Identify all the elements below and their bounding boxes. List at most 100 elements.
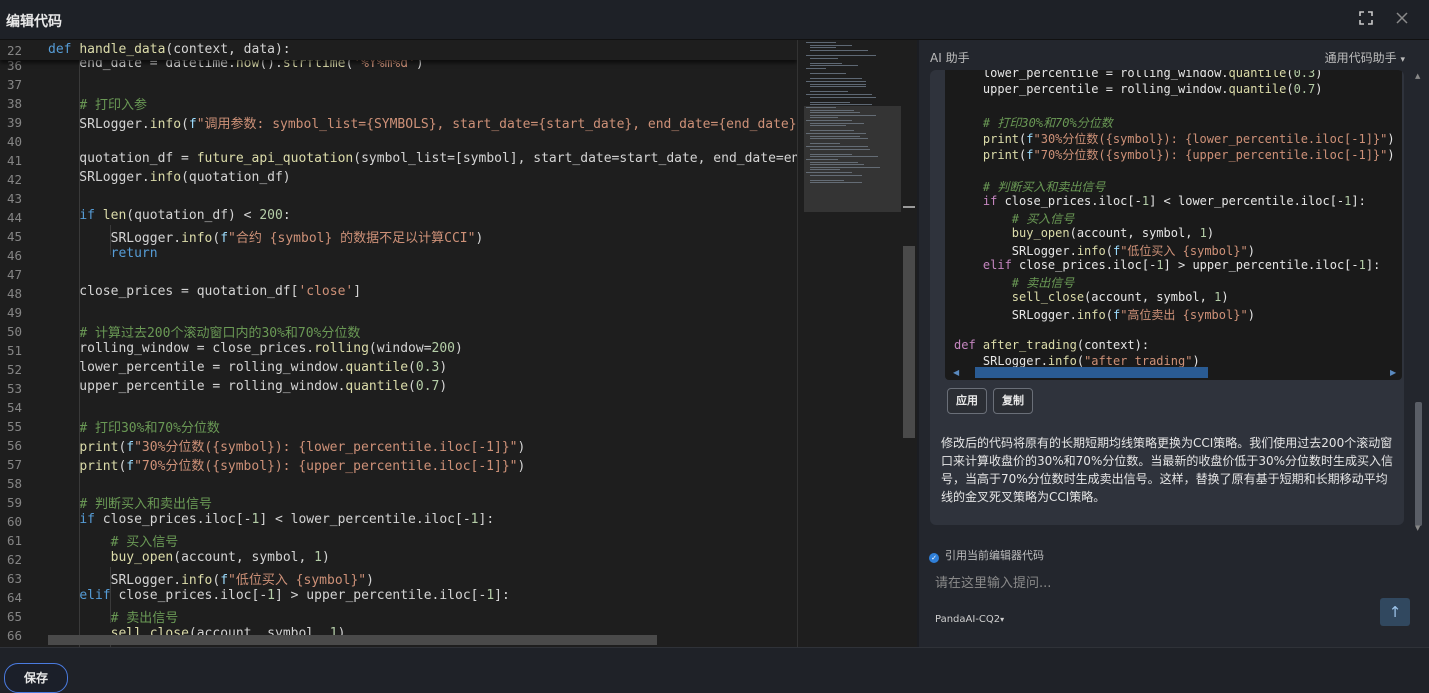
suggested-code-line: elif close_prices.iloc[-1] > upper_perce… [982,258,1381,272]
minimap-line [810,57,838,59]
code-line[interactable]: if len(quotation_df) < 200: [48,208,290,223]
ai-assistant-panel: AI 助手 通用代码助手 ▾ lower_percentile = rollin… [919,40,1429,647]
line-number: 40 [6,134,22,149]
close-icon[interactable] [1392,10,1412,30]
code-line[interactable]: # 买入信号 [48,531,179,550]
prompt-input[interactable] [935,573,1335,593]
scroll-up-icon[interactable]: ▲ [1415,72,1420,80]
vertical-scrollbar[interactable] [903,246,915,438]
red-arrow-annotation [950,524,1402,525]
code-line[interactable]: lower_percentile = rolling_window.quanti… [48,360,447,375]
suggested-code-line: print(f"30%分位数({symbol}): {lower_percent… [982,132,1395,146]
code-line: def handle_data(context, data): [48,42,291,57]
code-line[interactable]: elif close_prices.iloc[-1] > upper_perce… [48,588,510,603]
chevron-down-icon: ▾ [1000,615,1005,624]
code-line[interactable]: rolling_window = close_prices.rolling(wi… [48,341,463,356]
suggested-code-line: # 买入信号 [1011,212,1075,226]
arrow-up-icon: ↑ [1388,603,1402,621]
line-number: 47 [6,267,22,282]
model-select[interactable]: PandaAI-CQ2▾ [935,614,1004,625]
suggested-code-line: def after_trading(context): [954,338,1150,352]
line-number: 65 [6,609,22,624]
minimap-line [810,62,842,64]
line-number: 54 [6,400,22,415]
minimap-line [810,73,846,75]
scroll-down-icon[interactable]: ▼ [1415,524,1420,532]
dialog-footer: 保存 [0,647,1429,693]
line-number: 56 [6,438,22,453]
reference-editor-toggle[interactable]: ✓ 引用当前编辑器代码 [929,547,1044,563]
minimap-line [806,68,826,69]
assistant-mode-select[interactable]: 通用代码助手 ▾ [1325,49,1405,66]
indent-guide [110,225,111,255]
line-number: 62 [6,552,22,567]
assistant-message: lower_percentile = rolling_window.quanti… [930,70,1404,525]
scroll-left-icon[interactable]: ◀ [953,368,959,377]
minimap-line [810,47,836,49]
expand-icon[interactable] [1356,10,1376,30]
assistant-mode-label: 通用代码助手 [1324,51,1397,65]
line-number: 52 [6,362,22,377]
ai-panel-title: AI 助手 [930,51,970,65]
code-line[interactable]: SRLogger.info(f"低位买入 {symbol}") [48,569,374,588]
code-line[interactable]: SRLogger.info(f"合约 {symbol} 的数据不足以计算CCI"… [48,227,484,246]
reference-label: 引用当前编辑器代码 [945,549,1044,562]
code-line[interactable]: SRLogger.info(quotation_df) [48,170,290,185]
line-number: 55 [6,419,22,434]
code-line[interactable]: close_prices = quotation_df['close'] [48,284,361,299]
code-line[interactable]: print(f"70%分位数({symbol}): {upper_percent… [48,455,525,474]
line-number: 44 [6,210,22,225]
code-line[interactable]: buy_open(account, symbol, 1) [48,550,330,565]
suggested-code-line: print(f"70%分位数({symbol}): {upper_percent… [982,148,1395,162]
apply-button[interactable]: 应用 [947,388,987,414]
code-block-scrollbar[interactable] [975,367,1208,378]
suggested-code-line: # 判断买入和卖出信号 [982,180,1106,194]
suggested-code-line: SRLogger.info(f"低位买入 {symbol}") [954,244,1255,258]
chat-scrollbar[interactable] [1415,402,1422,526]
code-line[interactable]: quotation_df = future_api_quotation(symb… [48,151,797,166]
assistant-answer-text: 修改后的代码将原有的长期短期均线策略更换为CCI策略。我们使用过去200个滚动窗… [941,436,1394,504]
line-number: 50 [6,324,22,339]
code-line[interactable]: if close_prices.iloc[-1] < lower_percent… [48,512,494,527]
line-number: 57 [6,457,22,472]
send-button[interactable]: ↑ [1380,598,1410,626]
suggested-code-line: lower_percentile = rolling_window.quanti… [954,70,1323,80]
dialog-title: 编辑代码 [6,14,62,30]
suggested-code-line: upper_percentile = rolling_window.quanti… [954,82,1323,96]
line-number: 66 [6,628,22,643]
horizontal-scrollbar[interactable] [48,635,657,645]
minimap-line [810,91,848,93]
suggested-code-line: if close_prices.iloc[-1] < lower_percent… [982,194,1366,208]
copy-button[interactable]: 复制 [993,388,1033,414]
code-line[interactable]: print(f"30%分位数({symbol}): {lower_percent… [48,436,525,455]
code-editor[interactable]: 22 def handle_data(context, data): 36 en… [0,40,797,647]
scroll-right-icon[interactable]: ▶ [1390,368,1396,377]
line-number: 43 [6,191,22,206]
suggested-code-line: buy_open(account, symbol, 1) [1011,226,1215,240]
code-line[interactable]: # 打印30%和70%分位数 [48,417,220,436]
line-number: 53 [6,381,22,396]
ai-panel-header: AI 助手 通用代码助手 ▾ [919,40,1429,70]
minimap-line [810,44,852,46]
line-number: 64 [6,590,22,605]
minimap-line [810,101,850,103]
code-line[interactable]: # 计算过去200个滚动窗口内的30%和70%分位数 [48,322,360,341]
code-line[interactable]: # 打印入参 [48,94,147,113]
code-line[interactable]: # 卖出信号 [48,607,179,626]
scroll-marker [903,206,915,208]
minimap-line [810,96,876,98]
code-line[interactable]: return [48,246,158,261]
check-icon[interactable]: ✓ [929,553,939,563]
code-line[interactable]: # 判断买入和卖出信号 [48,493,212,512]
save-button[interactable]: 保存 [4,663,68,693]
minimap-line [810,78,862,80]
line-number: 39 [6,115,22,130]
minimap-viewport[interactable] [804,106,901,212]
line-number: 41 [6,153,22,168]
minimap-line [806,55,876,56]
minimap[interactable] [797,40,917,647]
code-line[interactable]: SRLogger.info(f"调用参数: symbol_list={SYMBO… [48,113,797,132]
suggested-code-block: lower_percentile = rolling_window.quanti… [945,70,1402,380]
code-line[interactable]: upper_percentile = rolling_window.quanti… [48,379,447,394]
model-label: PandaAI-CQ2 [935,614,1001,625]
